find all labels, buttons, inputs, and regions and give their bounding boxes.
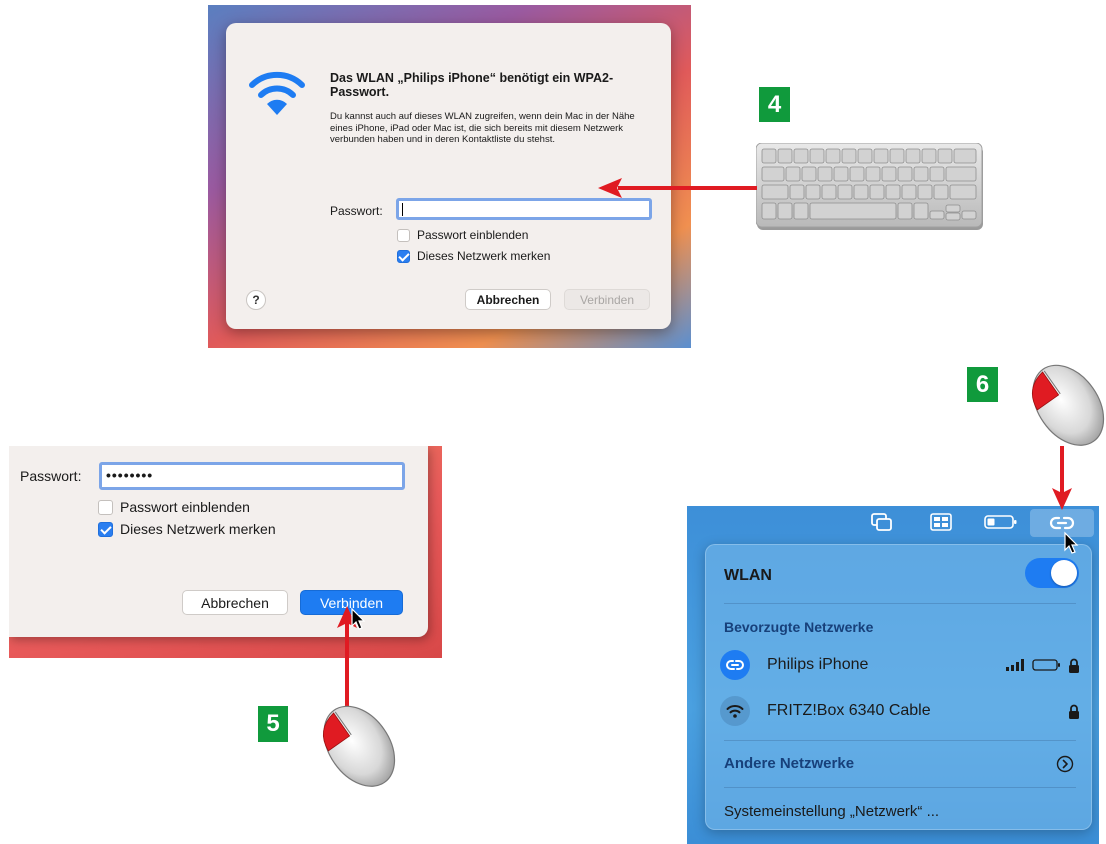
wifi-icon bbox=[720, 696, 750, 726]
control-center-icon[interactable] bbox=[929, 511, 953, 533]
menu-divider bbox=[724, 603, 1076, 604]
battery-icon[interactable] bbox=[982, 511, 1020, 533]
network-settings-item[interactable]: Systemeinstellung „Netzwerk“ ... bbox=[724, 803, 939, 820]
dialog-screenshot-filled: Passwort: •••••••• Passwort einblenden D… bbox=[9, 446, 442, 658]
mouse-icon bbox=[322, 705, 396, 787]
menu-divider bbox=[724, 740, 1076, 741]
step-5-badge: 5 bbox=[258, 706, 288, 742]
remember-network-checkbox[interactable]: Dieses Netzwerk merken bbox=[98, 521, 276, 537]
remember-network-label: Dieses Netzwerk merken bbox=[417, 249, 551, 263]
network-item-fritzbox[interactable]: FRITZ!Box 6340 Cable bbox=[720, 694, 1080, 728]
wlan-menu-screenshot: WLAN Bevorzugte Netzwerke Philips iPhone… bbox=[687, 506, 1099, 844]
show-password-checkbox[interactable]: Passwort einblenden bbox=[397, 228, 528, 242]
personal-hotspot-icon[interactable] bbox=[1030, 509, 1094, 537]
checkmark-icon[interactable] bbox=[397, 249, 410, 263]
mouse-icon bbox=[1031, 364, 1105, 446]
arrow-mouse-to-hotspot bbox=[1052, 446, 1072, 510]
network-name: Philips iPhone bbox=[767, 656, 869, 673]
step-6-badge: 6 bbox=[967, 367, 998, 402]
remember-network-label: Dieses Netzwerk merken bbox=[120, 521, 276, 537]
cancel-button[interactable]: Abbrechen bbox=[182, 590, 288, 615]
wlan-title: WLAN bbox=[724, 567, 772, 584]
wlan-toggle[interactable] bbox=[1025, 558, 1079, 588]
network-item-philips-iphone[interactable]: Philips iPhone bbox=[720, 648, 1080, 682]
toggle-knob bbox=[1051, 560, 1077, 586]
lock-icon bbox=[1069, 704, 1079, 719]
dialog-title: Das WLAN „Philips iPhone“ benötigt ein W… bbox=[330, 71, 614, 99]
other-networks-item[interactable]: Andere Netzwerke bbox=[724, 755, 854, 772]
chevron-right-circle-icon[interactable] bbox=[1056, 755, 1074, 773]
show-password-checkbox[interactable]: Passwort einblenden bbox=[98, 499, 250, 515]
hotspot-link-icon bbox=[720, 650, 750, 680]
connect-button[interactable]: Verbinden bbox=[300, 590, 403, 615]
lock-icon bbox=[1069, 658, 1079, 673]
text-caret bbox=[402, 203, 403, 216]
dialog-screenshot-top: Das WLAN „Philips iPhone“ benötigt ein W… bbox=[208, 5, 691, 348]
show-password-label: Passwort einblenden bbox=[417, 228, 529, 242]
password-dialog-filled: Passwort: •••••••• Passwort einblenden D… bbox=[9, 446, 428, 637]
signal-bars-icon bbox=[1006, 659, 1024, 671]
checkbox-box[interactable] bbox=[397, 228, 410, 242]
battery-icon bbox=[1032, 659, 1060, 671]
password-label: Passwort: bbox=[330, 204, 383, 218]
preferred-networks-header: Bevorzugte Netzwerke bbox=[724, 619, 874, 635]
keyboard-icon bbox=[756, 143, 983, 230]
wifi-icon bbox=[249, 71, 305, 115]
password-input[interactable] bbox=[396, 198, 652, 220]
menu-bar bbox=[687, 506, 1099, 540]
screen-mirroring-icon[interactable] bbox=[870, 511, 894, 533]
checkmark-icon[interactable] bbox=[98, 521, 113, 537]
menu-divider bbox=[724, 787, 1076, 788]
network-name: FRITZ!Box 6340 Cable bbox=[767, 702, 931, 719]
cancel-button[interactable]: Abbrechen bbox=[465, 289, 551, 310]
show-password-label: Passwort einblenden bbox=[120, 499, 250, 515]
checkbox-box[interactable] bbox=[98, 499, 113, 515]
password-input[interactable]: •••••••• bbox=[99, 462, 405, 490]
wpa2-password-dialog: Das WLAN „Philips iPhone“ benötigt ein W… bbox=[226, 23, 671, 329]
help-button[interactable]: ? bbox=[246, 290, 266, 310]
connect-button-disabled[interactable]: Verbinden bbox=[564, 289, 650, 310]
remember-network-checkbox[interactable]: Dieses Netzwerk merken bbox=[397, 249, 550, 263]
step-4-badge: 4 bbox=[759, 87, 790, 122]
wlan-dropdown-menu: WLAN Bevorzugte Netzwerke Philips iPhone… bbox=[705, 544, 1092, 830]
password-label: Passwort: bbox=[20, 468, 82, 484]
dialog-description: Du kannst auch auf dieses WLAN zugreifen… bbox=[330, 111, 635, 145]
